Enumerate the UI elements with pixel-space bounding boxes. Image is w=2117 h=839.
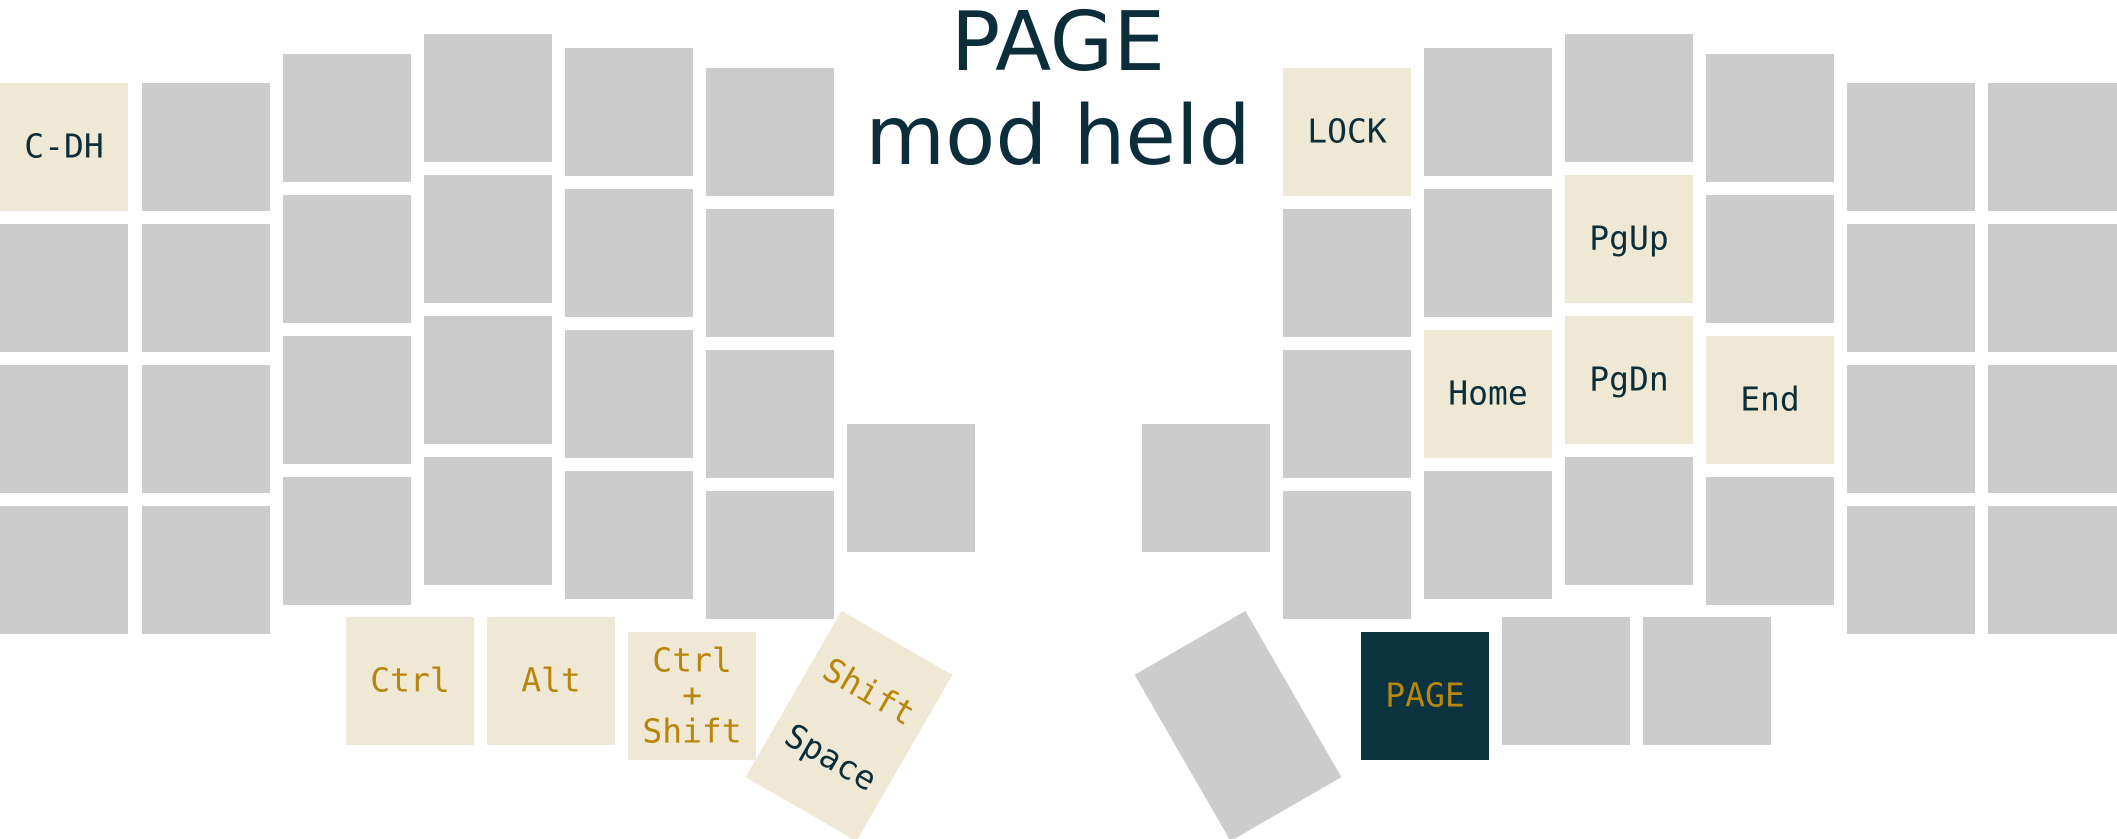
key-ctrl-shift-label-2: + <box>682 676 702 715</box>
key-blank <box>565 471 693 599</box>
key-home-label: Home <box>1448 374 1527 413</box>
right-col-2: PgUp PgDn <box>1565 34 1693 585</box>
key-end-label: End <box>1740 380 1800 419</box>
key-blank <box>0 365 128 493</box>
key-blank <box>1283 491 1411 619</box>
left-col-3 <box>424 34 552 585</box>
key-blank <box>706 68 834 196</box>
key-blank <box>1988 83 2117 211</box>
key-blank <box>1283 209 1411 337</box>
right-col-5 <box>1988 83 2117 634</box>
key-ctrl-shift-label-1: Ctrl <box>652 641 731 680</box>
key-blank <box>1565 457 1693 585</box>
key-blank <box>283 195 411 323</box>
key-ctrl-shift-label-3: Shift <box>642 712 741 751</box>
key-blank <box>1134 610 1342 839</box>
left-col-0: C-DH <box>0 83 128 634</box>
key-blank <box>283 54 411 182</box>
key-blank <box>1565 34 1693 162</box>
key-blank <box>1847 506 1975 634</box>
key-blank <box>1643 617 1771 745</box>
key-blank <box>565 330 693 458</box>
key-blank <box>142 506 270 634</box>
left-col-2 <box>283 54 411 605</box>
key-blank <box>424 34 552 162</box>
key-blank <box>0 506 128 634</box>
right-col-0: LOCK <box>1283 68 1411 619</box>
key-blank <box>1142 424 1270 552</box>
key-blank <box>1706 477 1834 605</box>
right-thumb-cluster: PAGE <box>1134 610 1771 839</box>
key-space-shift: Shift Space <box>745 610 953 839</box>
title-line-1: PAGE <box>951 0 1165 90</box>
key-blank <box>706 209 834 337</box>
key-blank <box>565 48 693 176</box>
key-blank <box>1847 365 1975 493</box>
key-blank <box>1988 365 2117 493</box>
title-line-2: mod held <box>865 89 1250 184</box>
key-space-shift-body <box>745 610 953 839</box>
key-blank <box>283 477 411 605</box>
key-blank <box>283 336 411 464</box>
key-blank <box>0 224 128 352</box>
key-ctrl-label: Ctrl <box>370 661 449 700</box>
left-col-1 <box>142 83 270 634</box>
key-lock-label: LOCK <box>1307 112 1387 151</box>
key-blank <box>706 491 834 619</box>
keyboard-layout-diagram: PAGE mod held C-DH Ctrl Alt Ctrl + Shift… <box>0 0 2117 839</box>
key-blank <box>847 424 975 552</box>
key-blank <box>1988 224 2117 352</box>
key-c-dh-label: C-DH <box>24 127 103 166</box>
key-thumb-rotated <box>1134 610 1342 839</box>
key-blank <box>1847 224 1975 352</box>
left-col-5 <box>706 68 834 619</box>
key-blank <box>424 316 552 444</box>
key-page-label: PAGE <box>1385 676 1464 715</box>
key-pgdn-label: PgDn <box>1589 360 1668 399</box>
right-col-3: End <box>1706 54 1834 605</box>
key-blank <box>1424 48 1552 176</box>
key-blank <box>424 175 552 303</box>
right-col-4 <box>1847 83 1975 634</box>
left-thumb-cluster: Ctrl Alt Ctrl + Shift Shift Space <box>346 610 953 839</box>
key-blank <box>1502 617 1630 745</box>
key-blank <box>424 457 552 585</box>
key-blank <box>1283 350 1411 478</box>
key-blank <box>1988 506 2117 634</box>
key-blank <box>142 83 270 211</box>
key-blank <box>706 350 834 478</box>
key-alt-label: Alt <box>521 661 581 700</box>
key-blank <box>1847 83 1975 211</box>
key-blank <box>1706 195 1834 323</box>
right-col-1: Home <box>1424 48 1552 599</box>
key-blank <box>1706 54 1834 182</box>
key-pgup-label: PgUp <box>1589 219 1668 258</box>
left-col-4 <box>565 48 693 599</box>
key-blank <box>1424 471 1552 599</box>
key-blank <box>142 224 270 352</box>
key-blank <box>142 365 270 493</box>
key-blank <box>1424 189 1552 317</box>
key-blank <box>565 189 693 317</box>
